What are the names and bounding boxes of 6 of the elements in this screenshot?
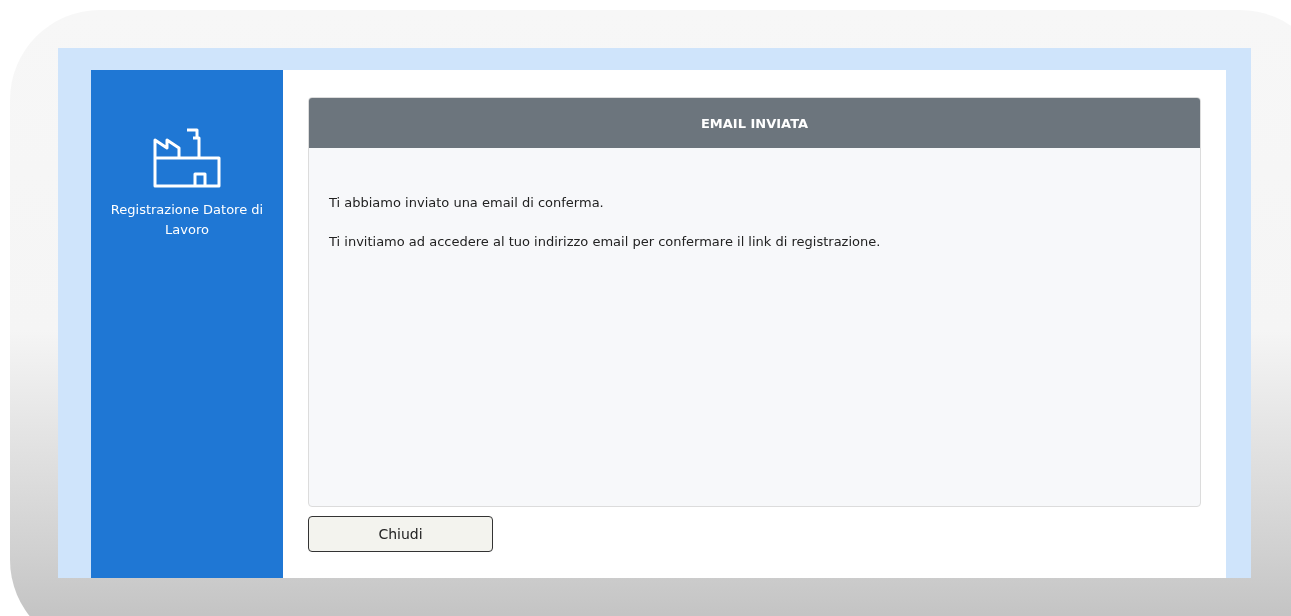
message-text: Ti invitiamo ad accedere al tuo indirizzo email per confermare il link di registrazione. <box>329 233 882 251</box>
factory-icon <box>153 128 221 188</box>
sidebar-title: Registrazione Datore di Lavoro <box>109 201 265 239</box>
card-header: EMAIL INVIATA <box>309 98 1200 148</box>
close-button[interactable]: Chiudi <box>308 516 493 552</box>
message-text: Ti abbiamo inviato una email di conferma. <box>329 194 605 212</box>
